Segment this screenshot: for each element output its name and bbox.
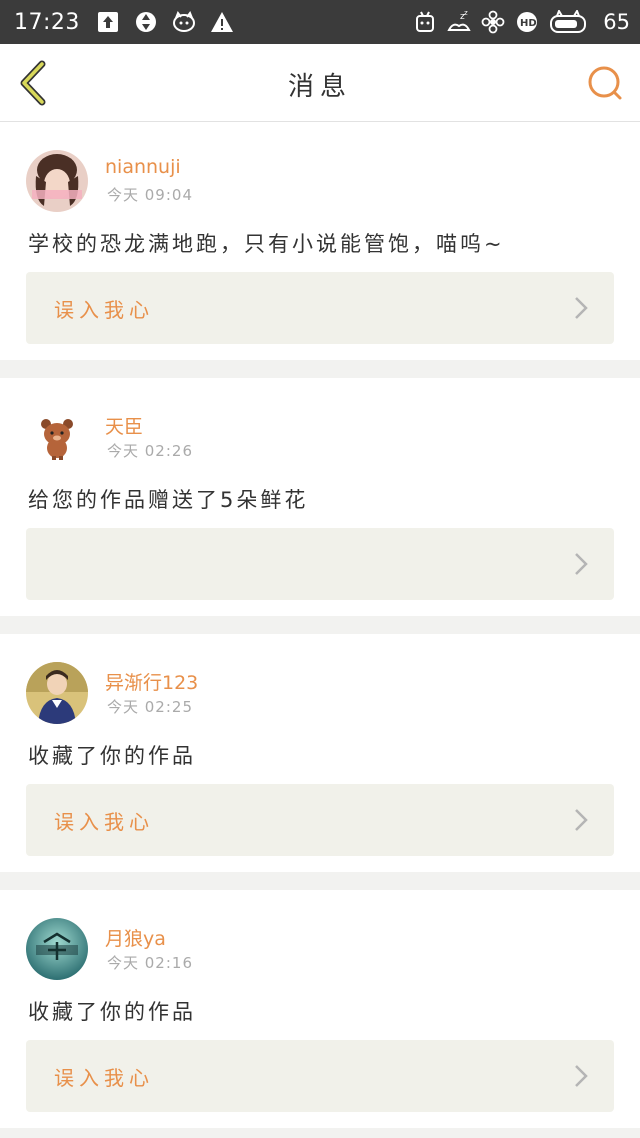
avatar[interactable] xyxy=(26,662,88,724)
sync-icon xyxy=(134,10,158,34)
message-item[interactable]: 天臣 今天 02:26 给您的作品赠送了5朵鲜花 xyxy=(0,378,640,616)
username[interactable]: 异渐行123 xyxy=(105,668,198,695)
message-time: 今天 02:25 xyxy=(107,698,193,716)
message-time: 今天 02:26 xyxy=(107,442,193,460)
page-title: 消息 xyxy=(287,72,352,102)
cat-battery-icon xyxy=(549,10,589,34)
message-text: 收藏了你的作品 xyxy=(28,744,196,768)
message-text: 收藏了你的作品 xyxy=(28,1000,196,1024)
username[interactable]: 月狼ya xyxy=(105,924,166,951)
svg-text:HD: HD xyxy=(520,18,537,29)
top-nav-bar: 消息 xyxy=(0,44,640,122)
work-title: 误入我心 xyxy=(54,1066,154,1090)
message-text: 给您的作品赠送了5朵鲜花 xyxy=(28,488,309,512)
username[interactable]: niannuji xyxy=(105,156,181,178)
status-bar: 17:23 zz HD 65 xyxy=(0,0,640,44)
battery-level: 65 xyxy=(603,10,630,34)
chevron-right-icon xyxy=(575,297,588,319)
sleep-icon: zz xyxy=(447,10,471,34)
chevron-right-icon xyxy=(575,1065,588,1087)
svg-text:z: z xyxy=(464,10,468,17)
message-time: 今天 02:16 xyxy=(107,954,193,972)
message-time: 今天 09:04 xyxy=(107,186,193,204)
work-link[interactable]: 误入我心 xyxy=(26,1040,614,1112)
chevron-right-icon xyxy=(575,809,588,831)
message-item[interactable]: 异渐行123 今天 02:25 收藏了你的作品 误入我心 xyxy=(0,634,640,872)
hd-icon: HD xyxy=(515,10,539,34)
message-text: 学校的恐龙满地跑，只有小说能管饱，喵呜~ xyxy=(28,232,505,256)
avatar[interactable] xyxy=(26,406,88,468)
work-title: 误入我心 xyxy=(54,810,154,834)
avatar[interactable] xyxy=(26,150,88,212)
work-link[interactable]: 误入我心 xyxy=(26,784,614,856)
cat-icon xyxy=(172,10,196,34)
robot-icon xyxy=(413,10,437,34)
chevron-right-icon xyxy=(575,553,588,575)
message-item[interactable]: 月狼ya 今天 02:16 收藏了你的作品 误入我心 xyxy=(0,890,640,1128)
search-button[interactable] xyxy=(586,64,624,102)
work-link[interactable] xyxy=(26,528,614,600)
avatar[interactable] xyxy=(26,918,88,980)
status-time: 17:23 xyxy=(14,9,80,35)
upload-icon xyxy=(96,10,120,34)
username[interactable]: 天臣 xyxy=(105,412,143,439)
search-icon xyxy=(588,66,622,100)
work-link[interactable]: 误入我心 xyxy=(26,272,614,344)
message-item[interactable]: niannuji 今天 09:04 学校的恐龙满地跑，只有小说能管饱，喵呜~ 误… xyxy=(0,122,640,360)
flower-icon xyxy=(481,10,505,34)
warning-icon xyxy=(210,10,234,34)
work-title: 误入我心 xyxy=(54,298,154,322)
